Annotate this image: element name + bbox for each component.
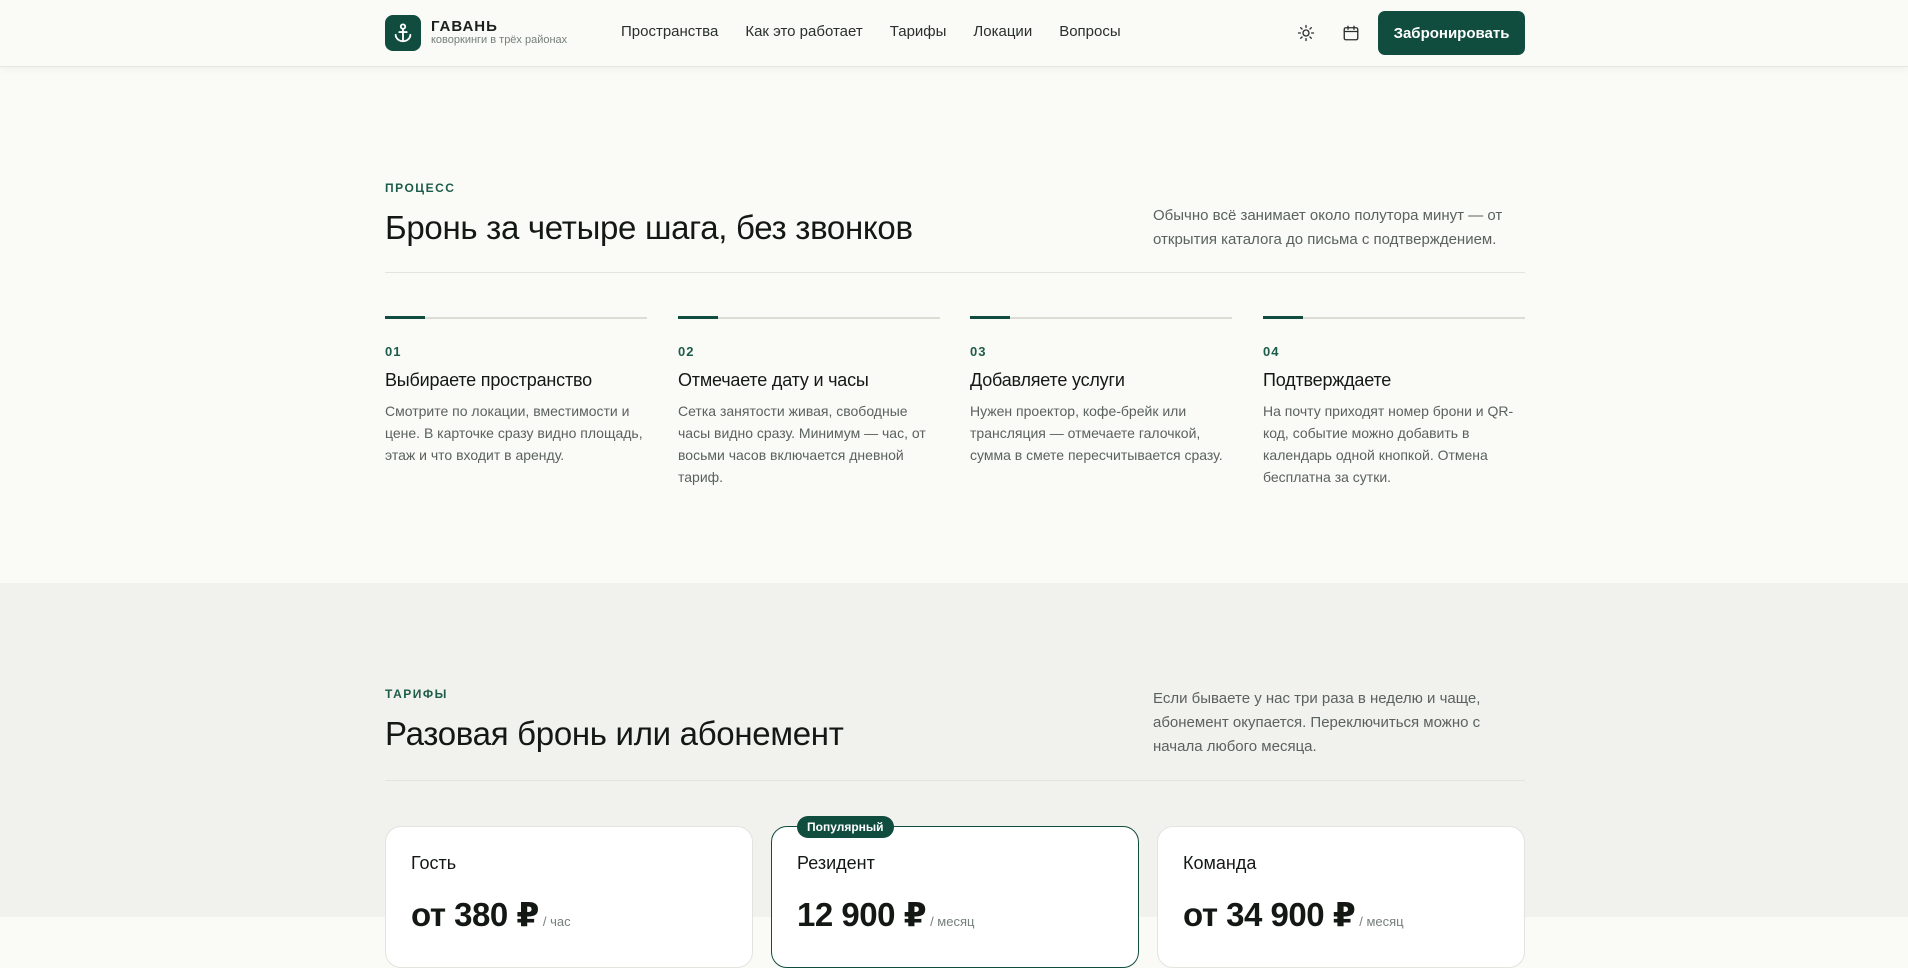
logo-subtitle: коворкинги в трёх районах bbox=[431, 34, 568, 46]
step-progress-line bbox=[970, 316, 1232, 319]
step-card: 02 Отмечаете дату и часы Сетка занятости… bbox=[678, 316, 940, 488]
tariffs-divider bbox=[385, 780, 1525, 781]
book-button[interactable]: Забронировать bbox=[1378, 11, 1525, 55]
site-header: ГАВАНЬ коворкинги в трёх районах Простра… bbox=[0, 0, 1908, 67]
tariff-name: Гость bbox=[411, 853, 457, 873]
sun-icon[interactable] bbox=[1295, 22, 1317, 44]
step-text: На почту приходят номер брони и QR-код, … bbox=[1263, 403, 1514, 485]
step-progress-line bbox=[1263, 316, 1525, 319]
logo-title[interactable]: ГАВАНЬ bbox=[431, 18, 498, 35]
tariffs-aside: Если бываете у нас три раза в неделю и ч… bbox=[1153, 690, 1481, 755]
nav-faq[interactable]: Вопросы bbox=[1059, 23, 1120, 40]
main-nav: Пространства Как это работает Тарифы Лок… bbox=[621, 23, 1121, 40]
tariff-price: от 34 900 ₽ / месяц bbox=[1183, 895, 1404, 934]
tariffs-section: ТАРИФЫ Разовая бронь или абонемент Если … bbox=[0, 583, 1908, 968]
step-progress-line bbox=[385, 316, 647, 319]
process-eyebrow: ПРОЦЕСС bbox=[385, 181, 456, 195]
step-card: 01 Выбираете пространство Смотрите по ло… bbox=[385, 316, 647, 466]
step-text: Сетка занятости живая, свободные часы ви… bbox=[678, 403, 926, 485]
tariff-card-team[interactable]: Команда от 34 900 ₽ / месяц bbox=[1157, 826, 1525, 968]
tariff-price-unit: / час bbox=[542, 914, 571, 929]
tariffs-eyebrow: ТАРИФЫ bbox=[385, 687, 448, 701]
step-progress-line bbox=[678, 316, 940, 319]
tariff-price-unit: / месяц bbox=[930, 914, 975, 929]
step-number: 04 bbox=[1263, 344, 1280, 359]
step-card: 03 Добавляете услуги Нужен проектор, коф… bbox=[970, 316, 1232, 466]
tariff-card-resident[interactable]: Популярный Резидент 12 900 ₽ / месяц bbox=[771, 816, 1139, 968]
nav-tariffs[interactable]: Тарифы bbox=[890, 23, 947, 40]
step-number: 03 bbox=[970, 344, 987, 359]
tariff-name: Резидент bbox=[797, 853, 875, 873]
tariffs-title: Разовая бронь или абонемент bbox=[385, 715, 844, 752]
step-title: Выбираете пространство bbox=[385, 370, 592, 390]
tariff-price-value: 12 900 ₽ bbox=[797, 896, 927, 933]
process-aside: Обычно всё занимает около полутора минут… bbox=[1153, 207, 1503, 248]
calendar-icon[interactable] bbox=[1340, 22, 1362, 44]
tariff-price: от 380 ₽ / час bbox=[411, 895, 571, 934]
step-number: 01 bbox=[385, 344, 402, 359]
nav-locations[interactable]: Локации bbox=[973, 23, 1032, 40]
step-text: Нужен проектор, кофе-брейк или трансляци… bbox=[970, 403, 1223, 463]
tariff-price-value: от 380 ₽ bbox=[411, 896, 539, 933]
process-title: Бронь за четыре шага, без звонков bbox=[385, 209, 913, 246]
step-title: Добавляете услуги bbox=[970, 370, 1125, 390]
tariff-price-value: от 34 900 ₽ bbox=[1183, 896, 1356, 933]
popular-badge: Популярный bbox=[797, 816, 894, 838]
nav-how-it-works[interactable]: Как это работает bbox=[745, 23, 862, 40]
tariff-name: Команда bbox=[1183, 853, 1257, 873]
tariff-card-guest[interactable]: Гость от 380 ₽ / час bbox=[385, 826, 753, 968]
step-number: 02 bbox=[678, 344, 695, 359]
process-divider bbox=[385, 272, 1525, 273]
anchor-icon[interactable] bbox=[385, 15, 421, 51]
step-title: Подтверждаете bbox=[1263, 370, 1392, 390]
step-card: 04 Подтверждаете На почту приходят номер… bbox=[1263, 316, 1525, 488]
nav-spaces[interactable]: Пространства bbox=[621, 23, 718, 40]
step-title: Отмечаете дату и часы bbox=[678, 370, 869, 390]
process-section: ПРОЦЕСС Бронь за четыре шага, без звонко… bbox=[0, 67, 1908, 583]
tariff-price-unit: / месяц bbox=[1359, 914, 1404, 929]
tariff-price: 12 900 ₽ / месяц bbox=[797, 895, 974, 934]
step-text: Смотрите по локации, вместимости и цене.… bbox=[385, 403, 643, 463]
